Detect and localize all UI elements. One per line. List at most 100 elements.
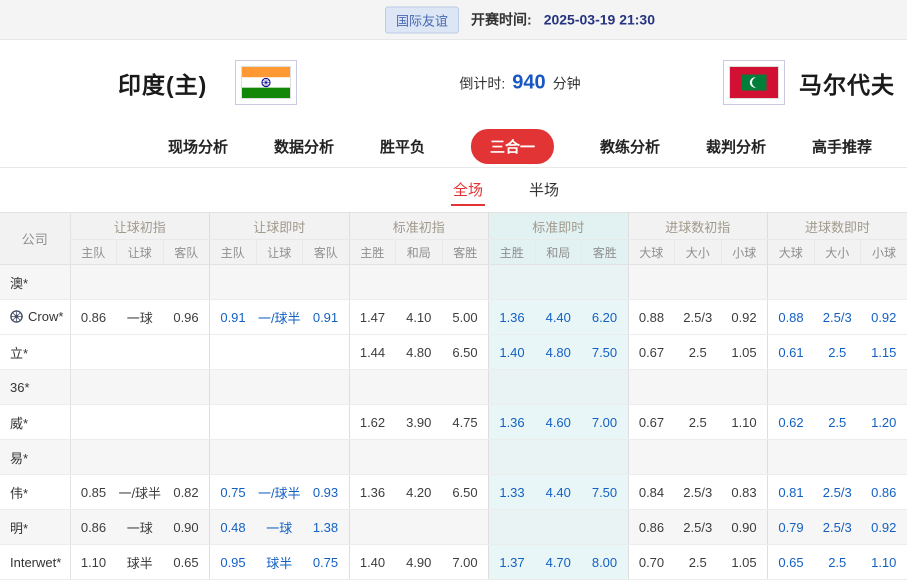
odds-cell[interactable]: 球半: [256, 545, 303, 580]
odds-cell[interactable]: 0.65: [163, 545, 210, 580]
nav-tab-4[interactable]: 教练分析: [600, 136, 660, 157]
odds-cell[interactable]: 一/球半: [256, 475, 303, 510]
odds-cell[interactable]: 6.50: [442, 475, 489, 510]
company-name[interactable]: Crow*: [0, 300, 70, 335]
odds-cell[interactable]: 一球: [117, 300, 164, 335]
odds-cell[interactable]: 2.5: [675, 335, 722, 370]
nav-tab-2[interactable]: 胜平负: [380, 136, 425, 157]
odds-cell[interactable]: 1.20: [861, 405, 907, 440]
odds-cell[interactable]: 4.75: [442, 405, 489, 440]
odds-cell[interactable]: 0.86: [70, 300, 117, 335]
odds-cell[interactable]: 2.5/3: [814, 510, 861, 545]
odds-cell[interactable]: 4.40: [535, 300, 582, 335]
odds-cell[interactable]: 0.75: [210, 475, 257, 510]
odds-cell[interactable]: 0.81: [768, 475, 815, 510]
odds-cell[interactable]: 2.5: [675, 405, 722, 440]
odds-cell[interactable]: 1.33: [489, 475, 536, 510]
odds-cell[interactable]: 1.36: [489, 300, 536, 335]
odds-cell[interactable]: 5.00: [442, 300, 489, 335]
nav-tab-6[interactable]: 高手推荐: [812, 136, 872, 157]
company-name[interactable]: 易*: [0, 440, 70, 475]
odds-cell[interactable]: 7.00: [442, 545, 489, 580]
company-name[interactable]: 威*: [0, 405, 70, 440]
odds-cell[interactable]: 1.05: [721, 335, 768, 370]
odds-cell[interactable]: 4.60: [535, 405, 582, 440]
odds-cell[interactable]: 1.15: [861, 335, 907, 370]
odds-cell[interactable]: 7.50: [582, 335, 629, 370]
odds-cell[interactable]: 1.10: [861, 545, 907, 580]
odds-cell[interactable]: 0.91: [303, 300, 350, 335]
odds-cell[interactable]: 4.20: [396, 475, 443, 510]
league-badge[interactable]: 国际友谊: [385, 6, 459, 33]
scope-tab-1[interactable]: 半场: [527, 174, 561, 206]
odds-cell[interactable]: 4.40: [535, 475, 582, 510]
odds-cell[interactable]: 3.90: [396, 405, 443, 440]
odds-cell[interactable]: 4.90: [396, 545, 443, 580]
odds-cell[interactable]: 1.40: [489, 335, 536, 370]
odds-cell[interactable]: 1.05: [721, 545, 768, 580]
odds-cell[interactable]: 2.5/3: [814, 300, 861, 335]
odds-cell[interactable]: 0.67: [628, 335, 675, 370]
odds-cell[interactable]: 4.80: [396, 335, 443, 370]
odds-cell[interactable]: 2.5: [814, 545, 861, 580]
scope-tab-0[interactable]: 全场: [451, 174, 485, 206]
odds-cell[interactable]: 0.95: [210, 545, 257, 580]
odds-cell[interactable]: 2.5/3: [675, 475, 722, 510]
odds-cell[interactable]: 0.70: [628, 545, 675, 580]
odds-cell[interactable]: 0.86: [628, 510, 675, 545]
company-name[interactable]: 明*: [0, 510, 70, 545]
odds-cell[interactable]: 0.83: [721, 475, 768, 510]
odds-cell[interactable]: 6.50: [442, 335, 489, 370]
odds-cell[interactable]: 0.88: [628, 300, 675, 335]
odds-cell[interactable]: 7.00: [582, 405, 629, 440]
odds-cell[interactable]: 1.10: [70, 545, 117, 580]
company-name[interactable]: 36*: [0, 370, 70, 405]
odds-cell[interactable]: 1.38: [303, 510, 350, 545]
company-name[interactable]: 伟*: [0, 475, 70, 510]
odds-cell[interactable]: 2.5: [675, 545, 722, 580]
odds-cell[interactable]: 4.70: [535, 545, 582, 580]
odds-cell[interactable]: 0.92: [861, 510, 907, 545]
odds-cell[interactable]: 0.91: [210, 300, 257, 335]
odds-cell[interactable]: 1.40: [349, 545, 396, 580]
odds-cell[interactable]: 1.36: [349, 475, 396, 510]
company-name[interactable]: Interwet*: [0, 545, 70, 580]
odds-cell[interactable]: 0.93: [303, 475, 350, 510]
odds-cell[interactable]: 1.47: [349, 300, 396, 335]
odds-cell[interactable]: 一/球半: [256, 300, 303, 335]
odds-cell[interactable]: 1.37: [489, 545, 536, 580]
company-name[interactable]: 澳*: [0, 265, 70, 300]
odds-cell[interactable]: 0.86: [70, 510, 117, 545]
nav-tab-1[interactable]: 数据分析: [274, 136, 334, 157]
odds-cell[interactable]: 0.82: [163, 475, 210, 510]
odds-cell[interactable]: 0.79: [768, 510, 815, 545]
nav-tab-0[interactable]: 现场分析: [168, 136, 228, 157]
odds-cell[interactable]: 4.80: [535, 335, 582, 370]
odds-cell[interactable]: 4.10: [396, 300, 443, 335]
odds-cell[interactable]: 0.92: [721, 300, 768, 335]
odds-cell[interactable]: 0.75: [303, 545, 350, 580]
odds-cell[interactable]: 2.5: [814, 335, 861, 370]
nav-tab-5[interactable]: 裁判分析: [706, 136, 766, 157]
odds-cell[interactable]: 2.5/3: [675, 300, 722, 335]
odds-cell[interactable]: 0.92: [861, 300, 907, 335]
odds-cell[interactable]: 2.5: [814, 405, 861, 440]
odds-cell[interactable]: 0.90: [163, 510, 210, 545]
odds-cell[interactable]: 8.00: [582, 545, 629, 580]
odds-cell[interactable]: 0.61: [768, 335, 815, 370]
odds-cell[interactable]: 球半: [117, 545, 164, 580]
odds-cell[interactable]: 0.62: [768, 405, 815, 440]
odds-cell[interactable]: 0.48: [210, 510, 257, 545]
odds-cell[interactable]: 7.50: [582, 475, 629, 510]
odds-cell[interactable]: 0.86: [861, 475, 907, 510]
odds-cell[interactable]: 2.5/3: [814, 475, 861, 510]
odds-cell[interactable]: 0.85: [70, 475, 117, 510]
odds-cell[interactable]: 一球: [117, 510, 164, 545]
odds-cell[interactable]: 0.88: [768, 300, 815, 335]
odds-cell[interactable]: 0.65: [768, 545, 815, 580]
odds-cell[interactable]: 1.62: [349, 405, 396, 440]
company-name[interactable]: 立*: [0, 335, 70, 370]
odds-cell[interactable]: 一球: [256, 510, 303, 545]
odds-cell[interactable]: 1.10: [721, 405, 768, 440]
odds-cell[interactable]: 1.44: [349, 335, 396, 370]
